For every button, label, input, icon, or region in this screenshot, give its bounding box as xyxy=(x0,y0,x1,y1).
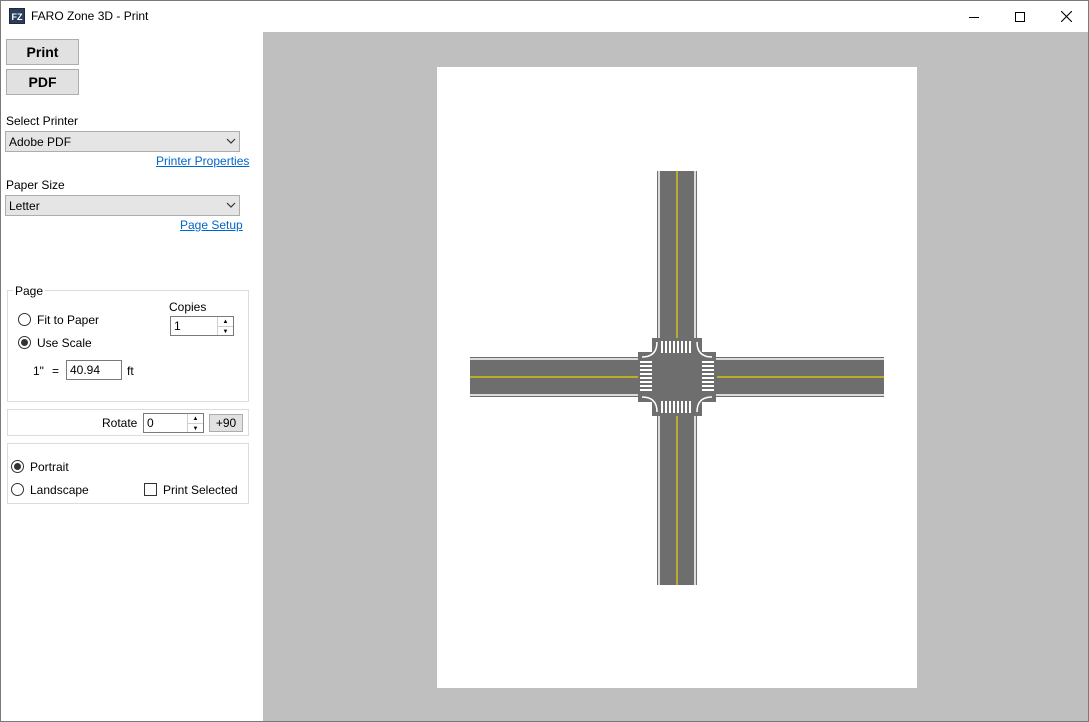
fit-to-paper-label[interactable]: Fit to Paper xyxy=(37,313,99,327)
rotate-plus90-button[interactable]: +90 xyxy=(209,414,243,432)
spin-up-icon[interactable]: ▲ xyxy=(188,414,203,424)
app-logo-icon: FZ xyxy=(9,8,25,24)
preview-page xyxy=(437,67,917,688)
portrait-label[interactable]: Portrait xyxy=(30,460,69,474)
title-bar: FZ FARO Zone 3D - Print xyxy=(1,1,1088,32)
maximize-icon xyxy=(1015,11,1025,22)
printer-properties-link[interactable]: Printer Properties xyxy=(156,154,249,168)
scale-equals-label: = xyxy=(52,364,60,378)
select-printer-label: Select Printer xyxy=(6,114,79,128)
print-selected-checkbox[interactable] xyxy=(144,483,157,496)
rotate-spin-buttons[interactable]: ▲ ▼ xyxy=(187,414,203,432)
landscape-radio[interactable] xyxy=(11,483,24,496)
chevron-down-icon xyxy=(226,202,236,208)
chevron-down-icon xyxy=(226,138,236,144)
spin-up-icon[interactable]: ▲ xyxy=(218,317,233,327)
copies-value: 1 xyxy=(174,319,181,333)
maximize-button[interactable] xyxy=(997,1,1043,32)
page-setup-link[interactable]: Page Setup xyxy=(180,218,243,232)
landscape-label[interactable]: Landscape xyxy=(30,483,89,497)
minimize-icon xyxy=(969,16,979,18)
pdf-button[interactable]: PDF xyxy=(6,69,79,95)
spin-down-icon[interactable]: ▼ xyxy=(188,424,203,433)
spin-down-icon[interactable]: ▼ xyxy=(218,327,233,336)
copies-spin-buttons[interactable]: ▲ ▼ xyxy=(217,317,233,335)
portrait-radio[interactable] xyxy=(11,460,24,473)
scale-inch-label: 1" xyxy=(33,364,44,378)
print-selected-label[interactable]: Print Selected xyxy=(163,483,238,497)
print-button[interactable]: Print xyxy=(6,39,79,65)
page-group-title: Page xyxy=(13,284,46,298)
rotate-label: Rotate xyxy=(102,416,138,430)
copies-label: Copies xyxy=(169,300,207,314)
minimize-button[interactable] xyxy=(951,1,997,32)
window-title: FARO Zone 3D - Print xyxy=(31,9,149,23)
rotate-stepper[interactable]: 0 ▲ ▼ xyxy=(143,413,204,433)
scale-unit-label: ft xyxy=(127,364,134,378)
printer-select-value: Adobe PDF xyxy=(9,135,72,149)
paper-size-select[interactable]: Letter xyxy=(5,195,240,216)
printer-select[interactable]: Adobe PDF xyxy=(5,131,240,152)
scale-input[interactable]: 40.94 xyxy=(66,360,122,380)
fit-to-paper-radio[interactable] xyxy=(18,313,31,326)
use-scale-radio[interactable] xyxy=(18,336,31,349)
print-settings-panel: Print PDF Select Printer Adobe PDF Print… xyxy=(1,32,263,721)
copies-stepper[interactable]: 1 ▲ ▼ xyxy=(170,316,234,336)
use-scale-label[interactable]: Use Scale xyxy=(37,336,92,350)
intersection-drawing xyxy=(470,171,884,585)
paper-size-value: Letter xyxy=(9,199,40,213)
print-preview-area xyxy=(263,32,1088,721)
scale-input-value: 40.94 xyxy=(70,363,101,377)
close-icon xyxy=(1060,11,1072,22)
close-button[interactable] xyxy=(1043,1,1088,32)
rotate-value: 0 xyxy=(147,416,154,430)
paper-size-label: Paper Size xyxy=(6,178,65,192)
print-window: FZ FARO Zone 3D - Print Print PDF Select… xyxy=(0,0,1089,722)
